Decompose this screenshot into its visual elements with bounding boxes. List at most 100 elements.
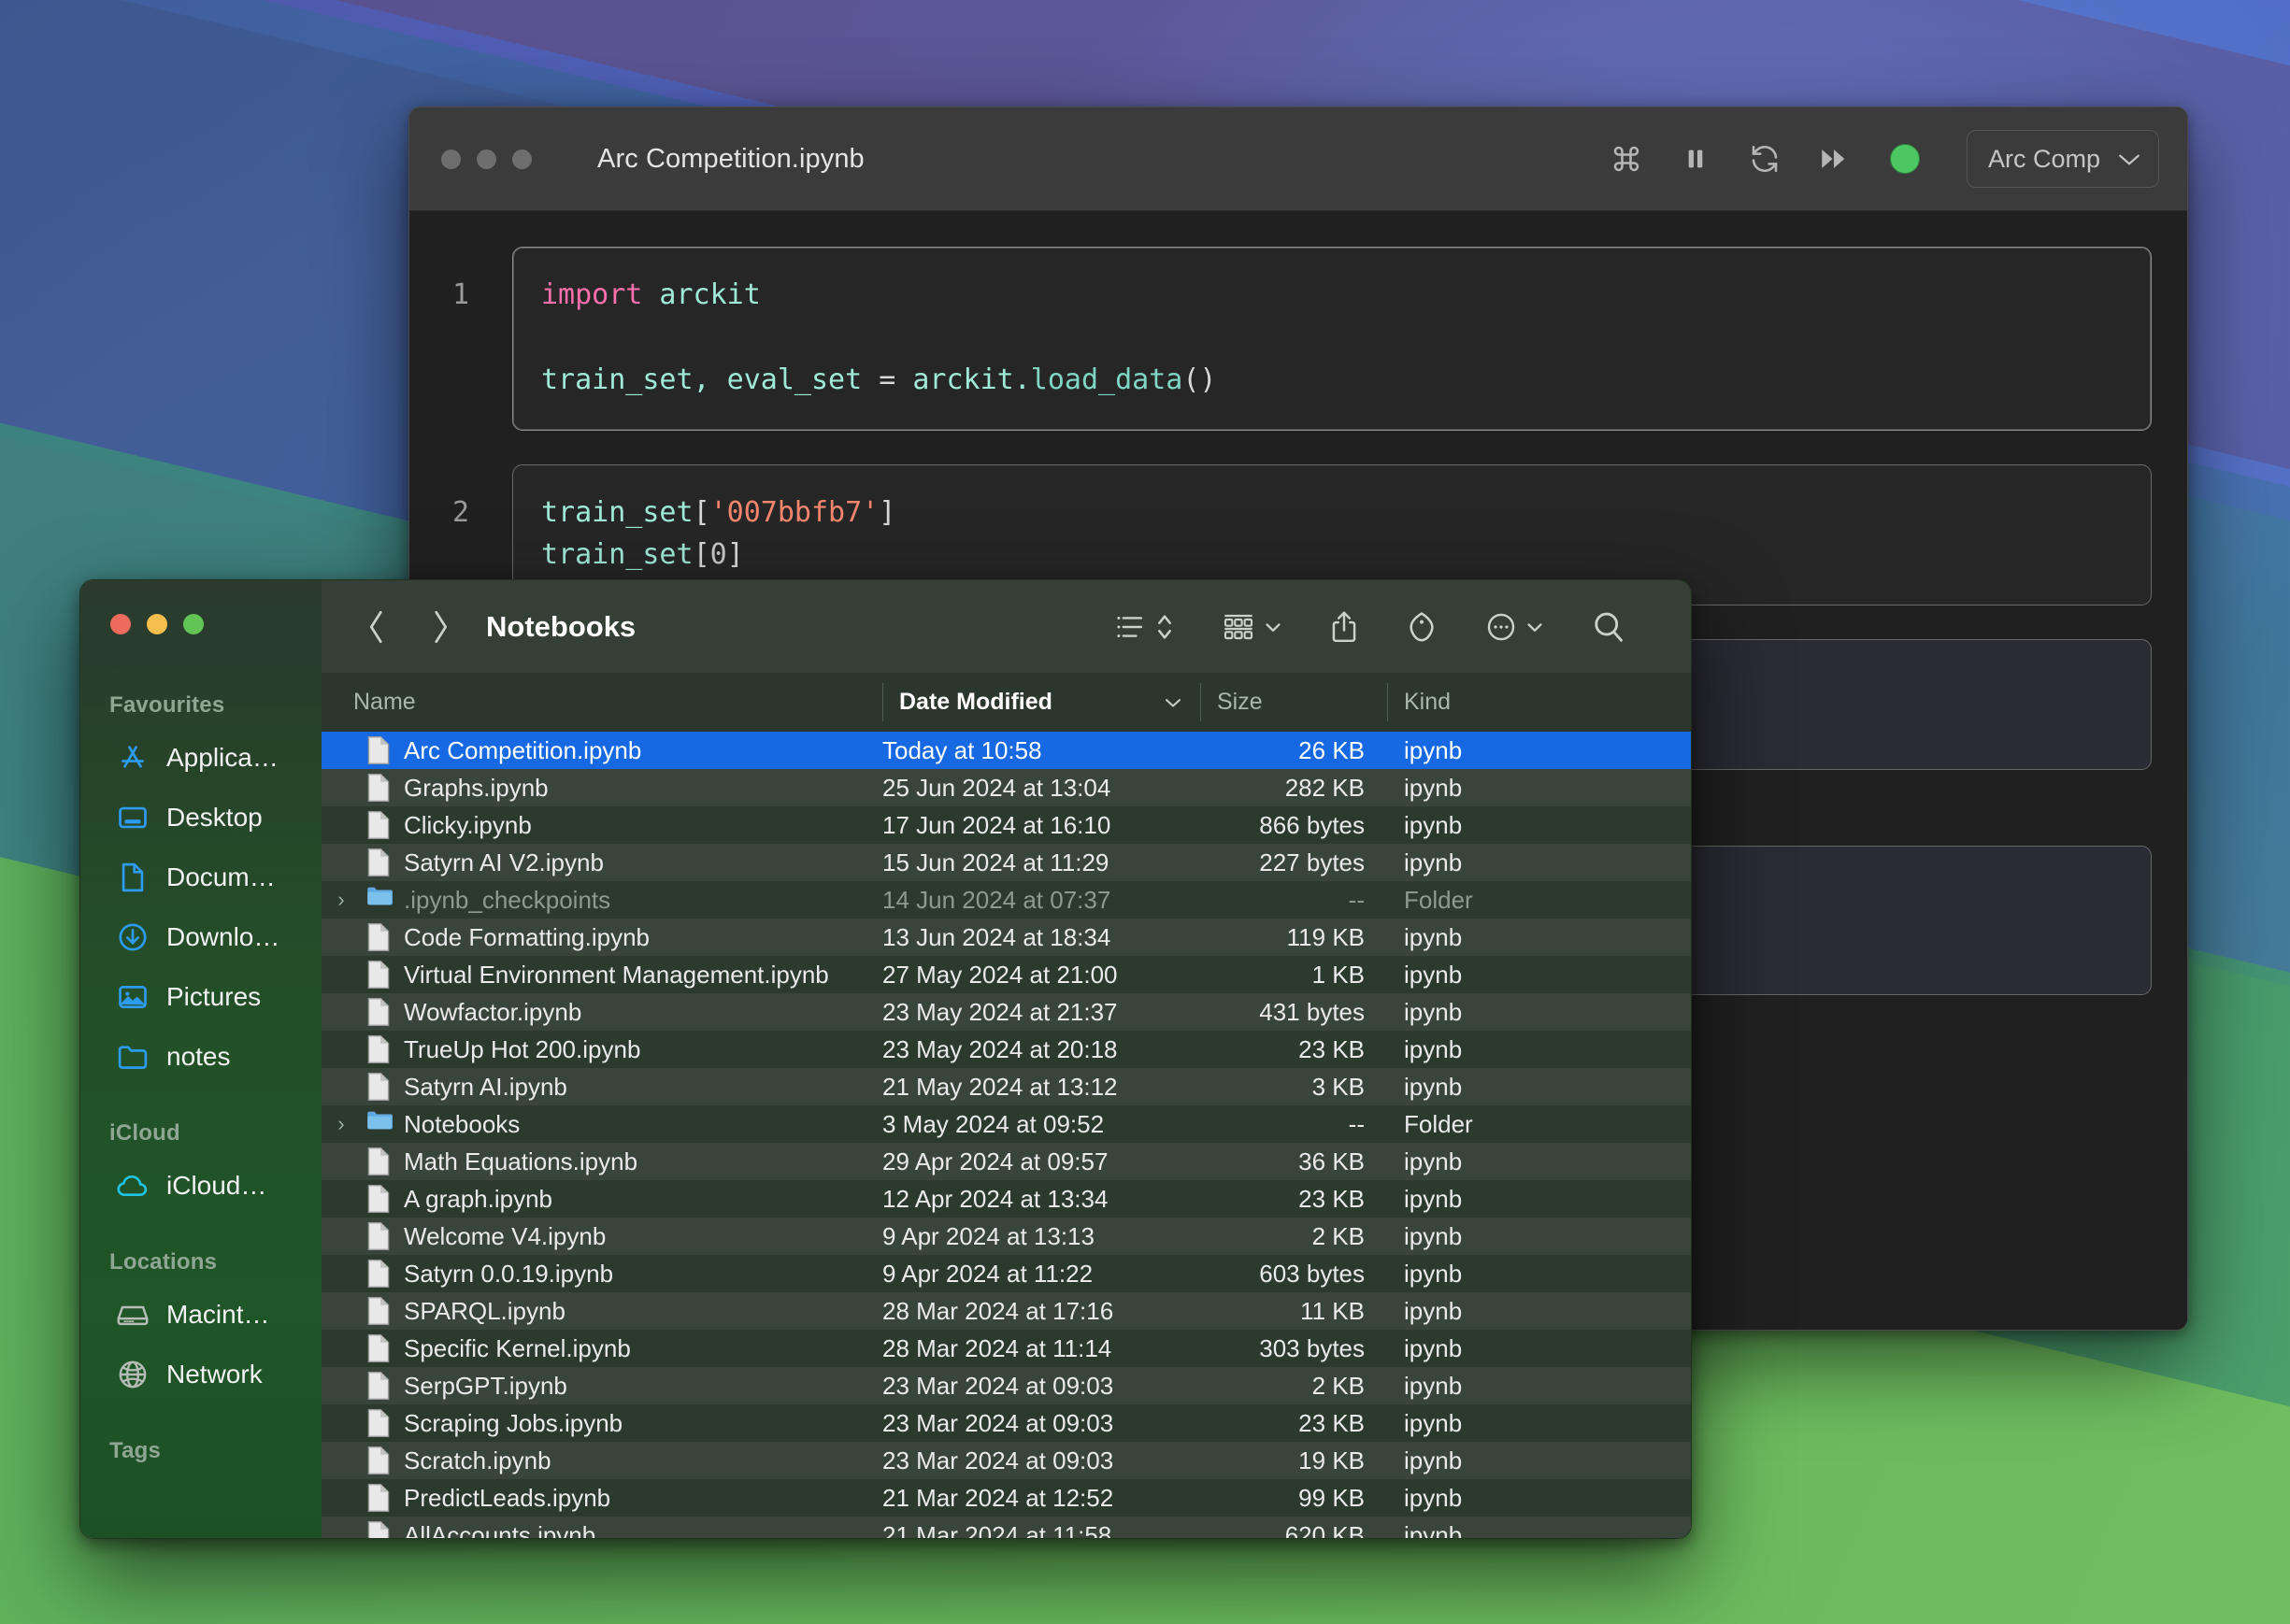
file-icon (366, 1072, 391, 1102)
zoom-button[interactable] (183, 614, 204, 634)
file-name-cell: ›Scratch.ipynb (322, 1446, 882, 1475)
file-icon (366, 1408, 391, 1438)
finder-window[interactable]: Favourites Applica… Desktop Docum… Downlo… Pi… (79, 579, 1692, 1539)
column-header-kind[interactable]: Kind (1387, 674, 1691, 731)
file-size: 1 KB (1311, 960, 1365, 989)
code-token: ] (726, 538, 744, 572)
column-header-size[interactable]: Size (1200, 674, 1387, 731)
notebook-toolbar[interactable]: Arc Comp (1608, 130, 2159, 188)
file-list-row[interactable]: › Notebooks 3 May 2024 at 09:52 -- Folder (322, 1105, 1691, 1143)
file-list-row[interactable]: ›Scraping Jobs.ipynb23 Mar 2024 at 09:03… (322, 1404, 1691, 1442)
zoom-button[interactable] (512, 149, 532, 169)
file-list-row[interactable]: ›Satyrn 0.0.19.ipynb9 Apr 2024 at 11:22 6… (322, 1255, 1691, 1292)
file-size: -- (1348, 885, 1365, 914)
run-all-icon[interactable] (1815, 140, 1853, 178)
chevron-down-icon (2117, 145, 2141, 174)
notebook-traffic-lights[interactable] (441, 149, 532, 169)
file-list-row[interactable]: ›TrueUp Hot 200.ipynb23 May 2024 at 20:1… (322, 1031, 1691, 1068)
file-size: 866 bytes (1259, 810, 1365, 839)
file-list-row[interactable]: ›Math Equations.ipynb29 Apr 2024 at 09:5… (322, 1143, 1691, 1180)
sidebar-item-icloud[interactable]: iCloud… (90, 1156, 312, 1216)
finder-nav-buttons[interactable] (361, 606, 456, 648)
file-name-label: Satyrn AI V2.ipynb (404, 848, 604, 876)
file-list-row[interactable]: ›Wowfactor.ipynb23 May 2024 at 21:37 431 … (322, 993, 1691, 1031)
file-name-label: Math Equations.ipynb (404, 1147, 638, 1175)
sidebar-item-macint[interactable]: Macint… (90, 1285, 312, 1345)
sidebar-item-desktop[interactable]: Desktop (90, 788, 312, 848)
documents-icon (116, 861, 150, 894)
file-list-row[interactable]: ›SPARQL.ipynb28 Mar 2024 at 17:16 11 KB ip… (322, 1292, 1691, 1330)
command-icon[interactable] (1608, 140, 1645, 178)
file-date-modified: 21 Mar 2024 at 12:52 (882, 1483, 1114, 1512)
file-list-row[interactable]: ›PredictLeads.ipynb21 Mar 2024 at 12:52 9… (322, 1479, 1691, 1517)
sidebar-item-label: Applica… (166, 743, 279, 772)
sidebar-sections: Favourites Applica… Desktop Docum… Downlo… Pi… (80, 692, 322, 1464)
sidebar-item-pictures[interactable]: Pictures (90, 967, 312, 1027)
kernel-selector[interactable]: Arc Comp (1966, 130, 2159, 188)
notebook-cell[interactable]: 1 import arckit train_set, eval_set = ar… (409, 247, 2187, 431)
finder-sidebar[interactable]: Favourites Applica… Desktop Docum… Downlo… Pi… (80, 580, 322, 1538)
notebook-titlebar[interactable]: Arc Competition.ipynb Arc Comp (409, 107, 2187, 211)
file-list-row[interactable]: ›Satyrn AI.ipynb21 May 2024 at 13:12 3 KB… (322, 1068, 1691, 1105)
file-kind: ipynb (1404, 1483, 1463, 1512)
file-kind: ipynb (1404, 1520, 1463, 1539)
file-size: 23 KB (1298, 1034, 1365, 1063)
file-name-cell: ›Code Formatting.ipynb (322, 922, 882, 952)
code-editor[interactable]: import arckit train_set, eval_set = arck… (512, 247, 2152, 431)
desktop-icon (116, 801, 150, 834)
minimise-button[interactable] (477, 149, 496, 169)
file-list-row[interactable]: ›Code Formatting.ipynb13 Jun 2024 at 18:… (322, 919, 1691, 956)
file-kind: Folder (1404, 885, 1473, 914)
restart-kernel-icon[interactable] (1746, 140, 1783, 178)
file-list-row[interactable]: ›A graph.ipynb12 Apr 2024 at 13:34 23 KB i… (322, 1180, 1691, 1218)
file-list-row[interactable]: ›Welcome V4.ipynb9 Apr 2024 at 13:13 2 KB… (322, 1218, 1691, 1255)
file-list-row[interactable]: › .ipynb_checkpoints 14 Jun 2024 at 07:37 -… (322, 881, 1691, 919)
file-list[interactable]: ›Arc Competition.ipynbToday at 10:5826 K… (322, 732, 1691, 1538)
file-list-row[interactable]: ›Satyrn AI V2.ipynb15 Jun 2024 at 11:29 2… (322, 844, 1691, 881)
file-name-label: Code Formatting.ipynb (404, 922, 651, 951)
finder-main[interactable]: Notebooks Name Date Modified Size Kind A… (322, 580, 1691, 1538)
file-name-label: TrueUp Hot 200.ipynb (404, 1034, 641, 1063)
close-button[interactable] (441, 149, 461, 169)
finder-toolbar-actions[interactable] (1091, 599, 1650, 655)
column-header-name[interactable]: Name (322, 674, 882, 731)
tag-icon[interactable] (1382, 599, 1461, 655)
back-button[interactable] (361, 606, 393, 648)
disclosure-chevron-icon[interactable]: › (329, 888, 353, 912)
file-name-label: AllAccounts.ipynb (404, 1520, 596, 1539)
file-list-row[interactable]: ›SerpGPT.ipynb23 Mar 2024 at 09:03 2 KB ip… (322, 1367, 1691, 1404)
search-icon[interactable] (1567, 599, 1650, 655)
sidebar-item-applica[interactable]: Applica… (90, 728, 312, 788)
forward-button[interactable] (424, 606, 456, 648)
file-date-modified: 14 Jun 2024 at 07:37 (882, 885, 1111, 914)
file-list-row[interactable]: ›Graphs.ipynb25 Jun 2024 at 13:04 282 KB i… (322, 769, 1691, 806)
file-kind: ipynb (1404, 1259, 1463, 1288)
file-list-row[interactable]: ›Virtual Environment Management.ipynb27 … (322, 956, 1691, 993)
sort-chevron-down-icon (1163, 689, 1183, 716)
more-actions-icon[interactable] (1461, 599, 1567, 655)
sidebar-item-network[interactable]: Network (90, 1345, 312, 1404)
list-view-icon[interactable] (1091, 599, 1197, 655)
file-list-row[interactable]: ›Arc Competition.ipynbToday at 10:58 26 K… (322, 732, 1691, 769)
file-name-label: Wowfactor.ipynb (404, 997, 582, 1026)
column-header-date-modified[interactable]: Date Modified (882, 674, 1200, 731)
file-list-row[interactable]: ›Specific Kernel.ipynb28 Mar 2024 at 11:… (322, 1330, 1691, 1367)
column-headers[interactable]: Name Date Modified Size Kind (322, 674, 1691, 732)
file-date-modified: 12 Apr 2024 at 13:34 (882, 1184, 1109, 1213)
file-list-row[interactable]: ›Clicky.ipynb17 Jun 2024 at 16:10 866 byt… (322, 806, 1691, 844)
file-date-modified: 9 Apr 2024 at 13:13 (882, 1221, 1095, 1250)
finder-traffic-lights[interactable] (80, 580, 322, 634)
file-list-row[interactable]: ›Scratch.ipynb23 Mar 2024 at 09:03 19 KB i… (322, 1442, 1691, 1479)
pause-icon[interactable] (1677, 140, 1714, 178)
finder-toolbar[interactable]: Notebooks (322, 580, 1691, 674)
file-list-row[interactable]: ›AllAccounts.ipynb21 Mar 2024 at 11:58 62… (322, 1517, 1691, 1538)
close-button[interactable] (110, 614, 131, 634)
sidebar-item-docum[interactable]: Docum… (90, 848, 312, 907)
file-date-modified: 25 Jun 2024 at 13:04 (882, 773, 1111, 802)
minimise-button[interactable] (147, 614, 167, 634)
disclosure-chevron-icon[interactable]: › (329, 1112, 353, 1136)
share-icon[interactable] (1306, 599, 1382, 655)
sidebar-item-notes[interactable]: notes (90, 1027, 312, 1087)
sidebar-item-downlo[interactable]: Downlo… (90, 907, 312, 967)
group-by-icon[interactable] (1197, 599, 1306, 655)
